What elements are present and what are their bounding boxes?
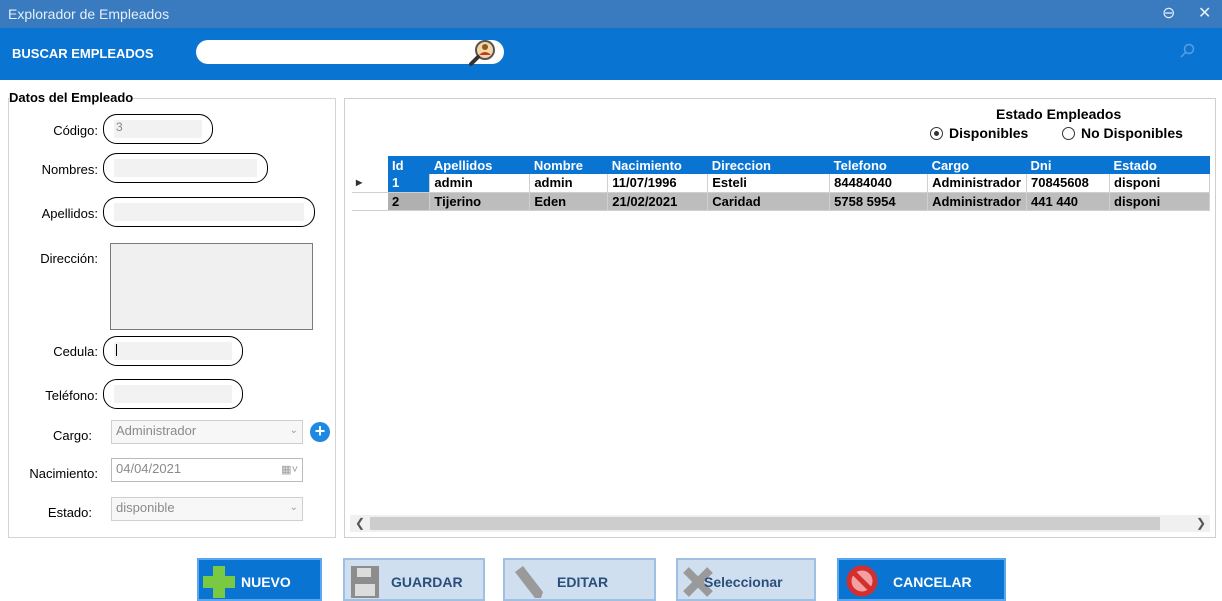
search-icon[interactable]	[1180, 43, 1196, 59]
column-header[interactable]: Telefono	[829, 156, 928, 174]
table-cell[interactable]: 84484040	[829, 174, 929, 193]
radio-disponibles[interactable]: Disponibles	[930, 125, 1028, 141]
estado-select-value: disponible	[116, 500, 175, 515]
column-header[interactable]: Nombre	[529, 156, 608, 174]
editar-label: EDITAR	[557, 574, 609, 590]
editar-button[interactable]: EDITAR	[503, 558, 656, 601]
window-title: Explorador de Empleados	[8, 6, 170, 22]
title-bar: Explorador de Empleados ⊖ ✕	[0, 0, 1222, 28]
table-cell[interactable]: Esteli	[707, 174, 831, 193]
calendar-icon[interactable]: ▦˅	[281, 463, 298, 476]
telefono-field[interactable]	[103, 379, 243, 409]
table-row[interactable]: 2 Tijerino Eden 21/02/2021 Caridad 5758 …	[352, 192, 1210, 211]
grid-header-row: Id Apellidos Nombre Nacimiento Direccion…	[352, 156, 1210, 174]
add-cargo-button[interactable]: +	[310, 422, 330, 442]
cargo-label: Cargo:	[52, 428, 92, 443]
column-header[interactable]: Dni	[1026, 156, 1110, 174]
row-header-corner	[352, 156, 388, 174]
table-cell[interactable]: Caridad	[707, 192, 831, 211]
codigo-value: 3	[114, 120, 202, 138]
plus-icon	[203, 566, 235, 598]
table-cell[interactable]: disponi	[1109, 174, 1210, 193]
table-cell[interactable]: 441 440	[1026, 192, 1111, 211]
chevron-down-icon: ⌄	[289, 425, 298, 436]
table-cell[interactable]: Eden	[529, 192, 609, 211]
table-cell[interactable]: 1	[387, 174, 431, 193]
prohibited-icon	[846, 565, 878, 597]
apellidos-label: Apellidos:	[41, 206, 98, 221]
nuevo-button[interactable]: NUEVO	[197, 558, 322, 601]
cargo-select[interactable]: Administrador ⌄	[111, 420, 303, 444]
seleccionar-button[interactable]: Seleccionar	[676, 558, 816, 601]
radio-unselected-icon	[1062, 127, 1075, 140]
codigo-label: Código:	[53, 123, 98, 138]
minimize-icon[interactable]: ⊖	[1162, 3, 1175, 23]
horizontal-scrollbar[interactable]: ❮ ❯	[350, 515, 1210, 532]
guardar-button[interactable]: GUARDAR	[343, 558, 485, 601]
radio-disponibles-label: Disponibles	[949, 125, 1029, 141]
estado-label: Estado:	[47, 505, 92, 520]
column-header[interactable]: Estado	[1109, 156, 1210, 174]
nacimiento-value: 04/04/2021	[116, 461, 182, 476]
guardar-label: GUARDAR	[391, 574, 463, 590]
radio-no-disponibles-label: No Disponibles	[1081, 125, 1183, 141]
search-input[interactable]	[196, 40, 504, 64]
table-cell[interactable]: Tijerino	[429, 192, 531, 211]
radio-selected-icon	[930, 127, 943, 140]
table-cell[interactable]: 2	[387, 192, 431, 211]
row-pointer-icon: ▶	[352, 174, 388, 193]
scroll-left-icon[interactable]: ❮	[355, 516, 365, 530]
search-bar: BUSCAR EMPLEADOS	[0, 28, 1222, 80]
nacimiento-datepicker[interactable]: 04/04/2021 ▦˅	[111, 458, 303, 482]
group-legend: Datos del Empleado	[9, 90, 134, 105]
floppy-disk-icon	[351, 566, 379, 598]
direccion-textarea[interactable]	[110, 243, 313, 330]
column-header[interactable]: Id	[387, 156, 430, 174]
table-cell[interactable]: 11/07/1996	[607, 174, 709, 193]
user-search-icon[interactable]	[468, 38, 498, 66]
cargo-select-value: Administrador	[116, 423, 197, 438]
close-icon[interactable]: ✕	[1198, 3, 1211, 23]
table-cell[interactable]: admin	[429, 174, 531, 193]
column-header[interactable]: Cargo	[927, 156, 1027, 174]
nombres-field[interactable]	[103, 153, 268, 183]
employees-grid[interactable]: Id Apellidos Nombre Nacimiento Direccion…	[352, 156, 1210, 220]
estado-select[interactable]: disponible ⌄	[111, 497, 303, 521]
column-header[interactable]: Apellidos	[429, 156, 530, 174]
employee-explorer-window: Explorador de Empleados ⊖ ✕ BUSCAR EMPLE…	[0, 0, 1222, 601]
pencil-icon	[515, 566, 543, 598]
plus-icon: +	[314, 421, 326, 441]
cedula-label: Cedula:	[53, 344, 98, 359]
table-row[interactable]: ▶ 1 admin admin 11/07/1996 Esteli 844840…	[352, 174, 1210, 193]
column-header[interactable]: Direccion	[707, 156, 830, 174]
nombres-label: Nombres:	[41, 162, 98, 177]
nacimiento-label: Nacimiento:	[29, 466, 98, 481]
table-cell[interactable]: admin	[529, 174, 609, 193]
radio-no-disponibles[interactable]: No Disponibles	[1062, 125, 1183, 141]
nuevo-label: NUEVO	[241, 574, 291, 590]
table-cell[interactable]: 70845608	[1026, 174, 1111, 193]
row-header	[352, 192, 388, 211]
apellidos-field[interactable]	[103, 197, 315, 227]
scrollbar-thumb[interactable]	[370, 517, 1160, 530]
table-cell[interactable]: Administrador	[927, 192, 1028, 211]
column-header[interactable]: Nacimiento	[607, 156, 708, 174]
cancelar-button[interactable]: CANCELAR	[837, 558, 1006, 601]
cancelar-label: CANCELAR	[893, 574, 972, 590]
table-cell[interactable]: 21/02/2021	[607, 192, 709, 211]
direccion-label: Dirección:	[40, 251, 98, 266]
scroll-right-icon[interactable]: ❯	[1196, 516, 1206, 530]
table-cell[interactable]: Administrador	[927, 174, 1028, 193]
search-label: BUSCAR EMPLEADOS	[12, 46, 154, 61]
codigo-field[interactable]: 3	[103, 114, 213, 144]
table-cell[interactable]: 5758 5954	[829, 192, 929, 211]
seleccionar-label: Seleccionar	[704, 574, 783, 590]
telefono-label: Teléfono:	[45, 388, 98, 403]
table-cell[interactable]: disponi	[1109, 192, 1210, 211]
estado-filter-title: Estado Empleados	[996, 106, 1122, 122]
cedula-field[interactable]	[103, 336, 243, 366]
chevron-down-icon: ⌄	[289, 502, 298, 513]
